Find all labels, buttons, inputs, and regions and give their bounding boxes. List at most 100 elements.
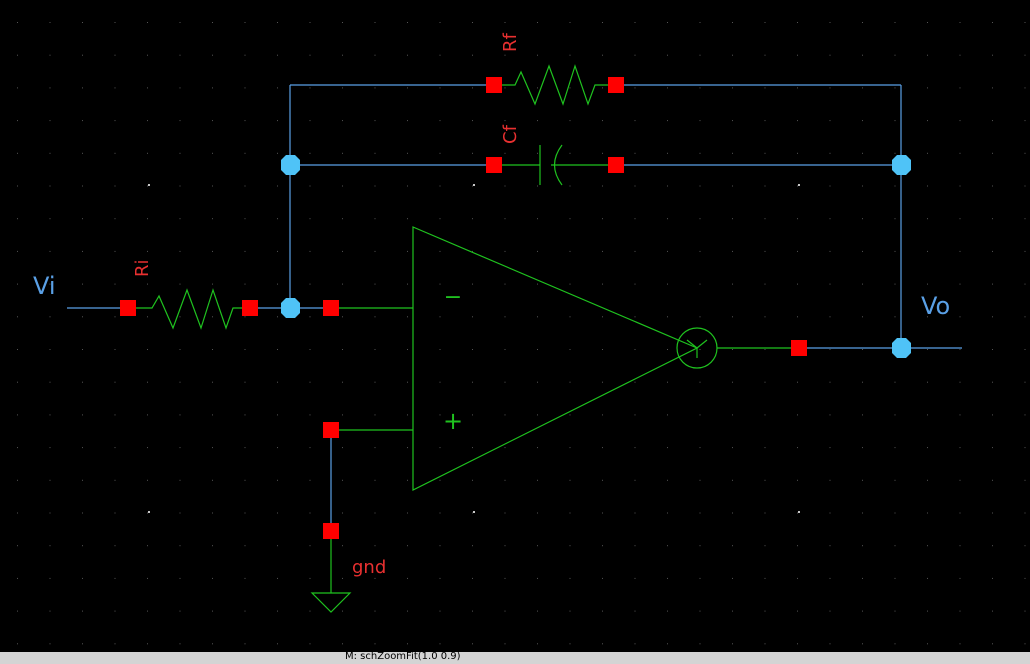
grid-dot [277,643,278,645]
grid-dot [82,152,83,154]
grid-dot [797,381,798,383]
grid-dot [927,545,928,547]
grid-dot [439,414,441,416]
grid-dot [309,120,311,122]
grid-dot [504,479,506,481]
grid-dot [797,545,798,547]
grid-dot [114,87,116,89]
instance-label-gnd[interactable]: gnd [352,557,386,578]
grid-dot [277,349,278,350]
grid-dot [407,316,408,318]
grid-dot [959,250,961,252]
pin-cf-right[interactable] [608,157,624,173]
pin-cf-left[interactable] [486,157,502,173]
pin-opamp-out[interactable] [791,340,807,356]
grid-dot [602,545,603,547]
grid-dot [569,152,571,154]
instance-label-ri[interactable]: Ri [132,259,153,277]
grid-dot [82,316,83,318]
grid-dot [309,447,311,449]
grid-dot [764,381,766,383]
grid-dot [537,152,538,154]
pin-rf-right[interactable] [608,77,624,93]
grid-dot [732,610,733,612]
grid-dot [49,218,51,220]
pin-opamp-minus[interactable] [323,300,339,316]
grid-dot [114,120,116,122]
grid-dot [667,447,668,449]
resistor-rf[interactable] [494,64,616,106]
grid-dot [277,283,278,285]
grid-dot [17,545,18,547]
grid-dot [504,610,506,612]
grid-dot [114,643,116,645]
resistor-ri[interactable] [128,288,250,330]
junction-input-node[interactable] [281,298,300,318]
grid-dot [277,152,278,154]
grid-dot [147,218,148,220]
grid-dot [17,447,18,449]
instance-label-rf[interactable]: Rf [500,32,521,52]
schematic-canvas[interactable]: − + Vi Vo Ri Rf Cf gnd [0,0,1030,652]
pin-ri-left[interactable] [120,300,136,316]
grid-dot [407,349,408,350]
grid-dot [927,381,928,383]
grid-dot [407,610,408,612]
grid-dot [439,316,441,318]
grid-dot [374,610,376,612]
grid-dot [667,512,668,514]
grid-dot [504,643,506,645]
grid-dot [699,512,701,514]
grid-dot [959,316,961,318]
grid-dot [829,316,831,318]
grid-dot [82,87,83,89]
grid-dot [634,283,636,285]
grid-dot [212,447,213,449]
grid-dot [179,381,181,383]
grid-dot [49,185,51,187]
grid-dot [927,87,928,89]
junction-cf-right[interactable] [892,155,911,175]
grid-dot [732,643,733,645]
opamp[interactable] [331,226,799,491]
pin-gnd[interactable] [323,523,339,539]
junction-cf-left[interactable] [281,155,300,175]
grid-dot [732,87,733,89]
grid-dot [179,218,181,220]
ground-symbol[interactable] [310,531,352,613]
grid-dot [504,381,506,383]
grid-dot [114,479,116,481]
grid-dot [179,316,181,318]
grid-dot [959,512,961,514]
grid-dot [829,512,831,514]
junction-output-node[interactable] [892,338,911,358]
grid-dot [407,54,408,56]
pin-rf-left[interactable] [486,77,502,93]
grid-dot [602,250,603,252]
capacitor-cf[interactable] [494,144,616,186]
grid-dot [179,577,181,579]
grid-dot [17,22,18,23]
grid-dot [667,283,668,285]
grid-dot [764,610,766,612]
instance-label-cf[interactable]: Cf [500,124,521,144]
grid-dot [927,120,928,122]
grid-dot [309,577,311,579]
grid-dot [894,414,896,416]
grid-dot [569,512,571,514]
net-label-vo[interactable]: Vo [921,292,950,320]
pin-opamp-plus[interactable] [323,422,339,438]
grid-dot [829,185,831,187]
grid-dot [634,349,636,350]
pin-ri-right[interactable] [242,300,258,316]
grid-dot [602,381,603,383]
grid-dot [244,512,246,514]
grid-dot [374,218,376,220]
grid-dot [179,349,181,350]
grid-dot [1024,545,1026,547]
grid-dot [49,152,51,154]
grid-dot [212,283,213,285]
grid-dot [992,87,993,89]
net-label-vi[interactable]: Vi [33,272,56,300]
grid-dot [537,512,538,514]
